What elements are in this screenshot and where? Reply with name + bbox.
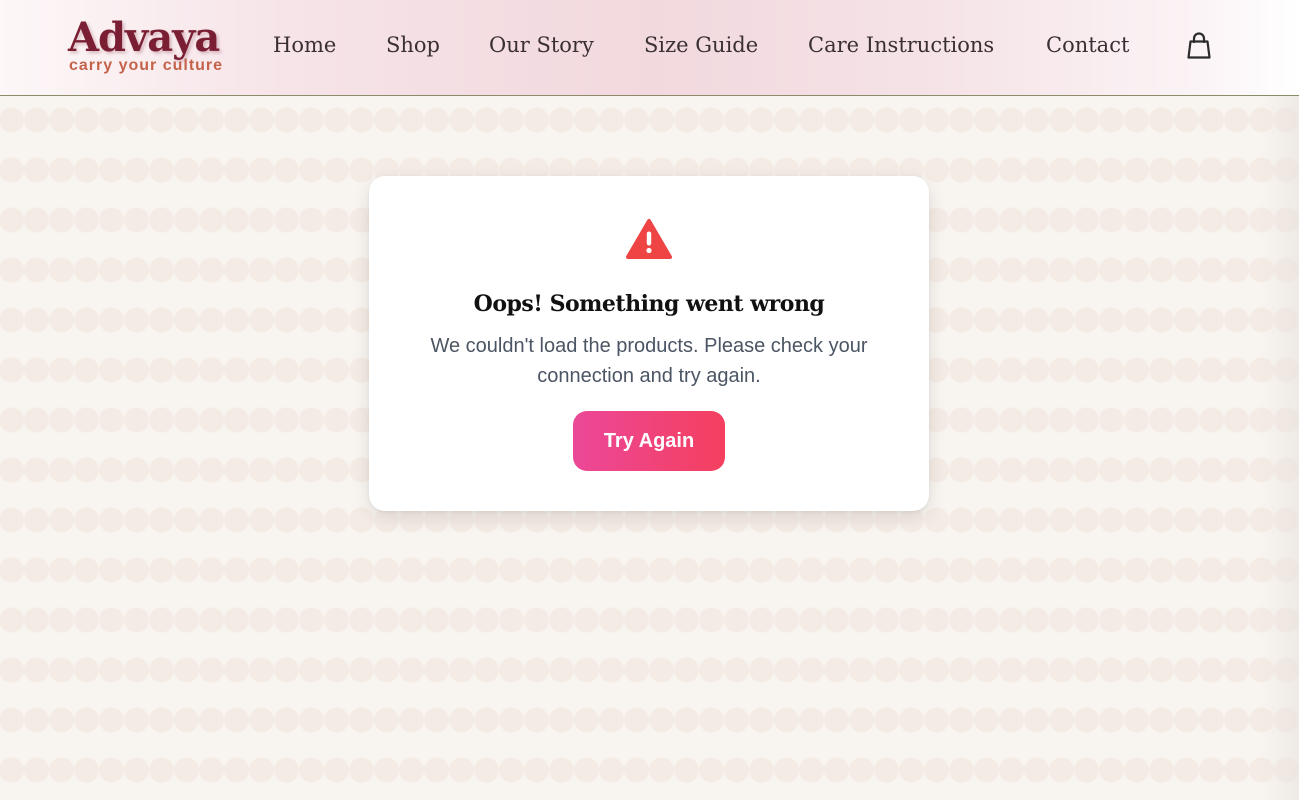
error-card: Oops! Something went wrong We couldn't l… [369, 176, 929, 511]
page-edge-shade [1259, 96, 1299, 800]
error-title: Oops! Something went wrong [473, 291, 825, 317]
brand-name: Advaya [68, 14, 220, 61]
nav-home[interactable]: Home [273, 31, 336, 59]
error-message: We couldn't load the products. Please ch… [430, 335, 868, 387]
brand-logo[interactable]: Advaya carry your culture [68, 14, 238, 84]
try-again-button[interactable]: Try Again [573, 411, 725, 471]
nav-size-guide[interactable]: Size Guide [644, 31, 758, 59]
shopping-bag-icon [1187, 32, 1211, 59]
nav-care-instructions[interactable]: Care Instructions [808, 31, 994, 59]
site-header: Advaya carry your culture Home Shop Our … [0, 0, 1299, 96]
cart-button[interactable] [1186, 32, 1212, 60]
warning-triangle-icon [626, 219, 672, 259]
nav-contact[interactable]: Contact [1046, 31, 1129, 59]
brand-tagline: carry your culture [69, 57, 224, 74]
nav-shop[interactable]: Shop [386, 31, 440, 59]
nav-our-story[interactable]: Our Story [489, 31, 594, 59]
